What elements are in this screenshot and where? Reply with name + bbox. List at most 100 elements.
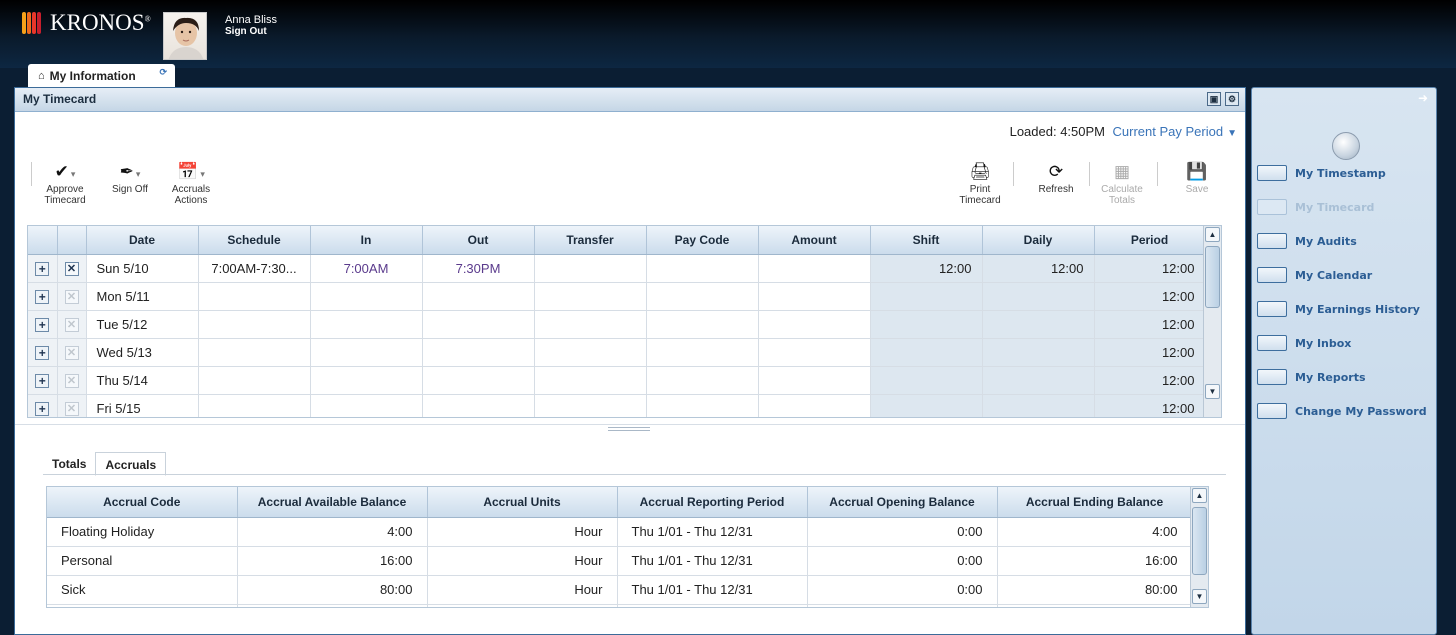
add-row-cell[interactable]: + (28, 254, 58, 283)
accruals-scrollbar[interactable]: ▲ ▼ (1190, 487, 1208, 607)
delete-row-cell[interactable]: ✕ (57, 366, 87, 395)
cell-in[interactable] (310, 394, 423, 417)
sidebar-item-my-timestamp[interactable]: My Timestamp (1257, 162, 1386, 184)
plus-icon[interactable]: + (35, 345, 50, 360)
maximize-icon[interactable]: ▣ (1207, 92, 1221, 106)
scroll-down-icon[interactable]: ▼ (1192, 589, 1207, 604)
col-header-amount[interactable]: Amount (758, 226, 871, 255)
sign-off-button[interactable]: ✒ ▾ Sign Off (109, 160, 151, 195)
cell-pay-code[interactable] (646, 254, 759, 283)
cell-amount[interactable] (758, 394, 871, 417)
cell-date[interactable]: Wed 5/13 (86, 338, 199, 367)
delete-row-cell[interactable]: ✕ (57, 282, 87, 311)
delete-row-cell[interactable]: ✕ (57, 254, 87, 283)
cell-out[interactable]: 7:30PM (422, 254, 535, 283)
pay-period-select[interactable]: Current Pay Period ▼ (1113, 124, 1237, 139)
plus-icon[interactable]: + (35, 317, 50, 332)
table-row[interactable]: Floating Holiday 4:00 Hour Thu 1/01 - Thu 1… (47, 517, 1193, 547)
scroll-thumb[interactable] (1192, 507, 1207, 575)
add-row-cell[interactable]: + (28, 394, 58, 417)
col-header-ending-balance[interactable]: Accrual Ending Balance (997, 487, 1193, 518)
scroll-up-icon[interactable]: ▲ (1205, 227, 1220, 242)
add-row-cell[interactable]: + (28, 282, 58, 311)
plus-icon[interactable]: + (35, 401, 50, 416)
delete-icon[interactable]: ✕ (64, 346, 79, 360)
col-header-accrual-units[interactable]: Accrual Units (427, 487, 618, 518)
cell-in[interactable] (310, 338, 423, 367)
cell-amount[interactable] (758, 310, 871, 339)
delete-icon[interactable]: ✕ (64, 290, 79, 304)
cell-transfer[interactable] (534, 366, 647, 395)
sidebar-item-my-inbox[interactable]: My Inbox (1257, 332, 1351, 354)
cell-amount[interactable] (758, 254, 871, 283)
scroll-down-icon[interactable]: ▼ (1205, 384, 1220, 399)
table-row[interactable]: Sick 80:00 Hour Thu 1/01 - Thu 12/31 0:00 80:… (47, 575, 1193, 605)
col-header-accrual-code[interactable]: Accrual Code (47, 487, 238, 518)
cell-amount[interactable] (758, 282, 871, 311)
save-button[interactable]: 💾 Save (1175, 160, 1219, 195)
col-header-out[interactable]: Out (422, 226, 535, 255)
sidebar-item-change-my-password[interactable]: Change My Password (1257, 400, 1427, 422)
cell-schedule[interactable] (198, 310, 311, 339)
col-header-reporting-period[interactable]: Accrual Reporting Period (617, 487, 808, 518)
cell-pay-code[interactable] (646, 310, 759, 339)
cell-out[interactable] (422, 338, 535, 367)
cell-schedule[interactable]: 7:00AM-7:30... (198, 254, 311, 283)
timecard-scrollbar[interactable]: ▲ ▼ (1203, 226, 1221, 417)
table-row[interactable]: Personal 16:00 Hour Thu 1/01 - Thu 12/31 0:0… (47, 546, 1193, 576)
cell-pay-code[interactable] (646, 394, 759, 417)
table-row[interactable]: + ✕ Fri 5/15 12:00 (28, 394, 1206, 417)
cell-schedule[interactable] (198, 366, 311, 395)
tab-refresh-icon[interactable]: ⟳ (159, 67, 167, 78)
col-header-available-balance[interactable]: Accrual Available Balance (237, 487, 428, 518)
sidebar-item-my-timecard[interactable]: My Timecard (1257, 196, 1374, 218)
cell-pay-code[interactable] (646, 366, 759, 395)
cell-date[interactable]: Sun 5/10 (86, 254, 199, 283)
scroll-up-icon[interactable]: ▲ (1192, 488, 1207, 503)
cell-in[interactable] (310, 282, 423, 311)
cell-date[interactable]: Thu 5/14 (86, 366, 199, 395)
cell-pay-code[interactable] (646, 282, 759, 311)
cell-date[interactable]: Mon 5/11 (86, 282, 199, 311)
table-row[interactable]: + ✕ Thu 5/14 12:00 (28, 366, 1206, 395)
print-timecard-button[interactable]: 🖨 Print Timecard (955, 160, 1005, 206)
delete-icon[interactable]: ✕ (64, 262, 79, 276)
cell-out[interactable] (422, 394, 535, 417)
cell-pay-code[interactable] (646, 338, 759, 367)
cell-out[interactable] (422, 310, 535, 339)
cell-in[interactable] (310, 310, 423, 339)
cell-out[interactable] (422, 282, 535, 311)
delete-row-cell[interactable]: ✕ (57, 310, 87, 339)
add-row-cell[interactable]: + (28, 338, 58, 367)
add-row-cell[interactable]: + (28, 366, 58, 395)
plus-icon[interactable]: + (35, 373, 50, 388)
col-header-schedule[interactable]: Schedule (198, 226, 311, 255)
cell-in[interactable] (310, 366, 423, 395)
table-row[interactable]: + ✕ Mon 5/11 12:00 (28, 282, 1206, 311)
sidebar-item-my-calendar[interactable]: My Calendar (1257, 264, 1372, 286)
cell-date[interactable]: Tue 5/12 (86, 310, 199, 339)
refresh-button[interactable]: ⟳ Refresh (1031, 160, 1081, 195)
pane-splitter[interactable] (15, 424, 1245, 432)
cell-amount[interactable] (758, 338, 871, 367)
cell-date[interactable]: Fri 5/15 (86, 394, 199, 417)
col-header-shift[interactable]: Shift (870, 226, 983, 255)
delete-icon[interactable]: ✕ (64, 402, 79, 416)
delete-row-cell[interactable]: ✕ (57, 338, 87, 367)
cell-out[interactable] (422, 366, 535, 395)
col-header-opening-balance[interactable]: Accrual Opening Balance (807, 487, 998, 518)
collapse-arrow-icon[interactable]: ➜ (1418, 91, 1428, 105)
cell-transfer[interactable] (534, 394, 647, 417)
tab-my-information[interactable]: ⌂ My Information ⟳ (28, 64, 175, 87)
cell-in[interactable]: 7:00AM (310, 254, 423, 283)
calculate-totals-button[interactable]: ▦ Calculate Totals (1097, 160, 1147, 206)
plus-icon[interactable]: + (35, 261, 50, 276)
gear-icon[interactable]: ⚙ (1225, 92, 1239, 106)
delete-row-cell[interactable]: ✕ (57, 394, 87, 417)
tab-accruals[interactable]: Accruals (95, 452, 167, 476)
delete-icon[interactable]: ✕ (64, 374, 79, 388)
approve-timecard-button[interactable]: ✔ ▾ Approve Timecard (39, 160, 91, 206)
cell-schedule[interactable] (198, 282, 311, 311)
add-row-cell[interactable]: + (28, 310, 58, 339)
cell-transfer[interactable] (534, 254, 647, 283)
